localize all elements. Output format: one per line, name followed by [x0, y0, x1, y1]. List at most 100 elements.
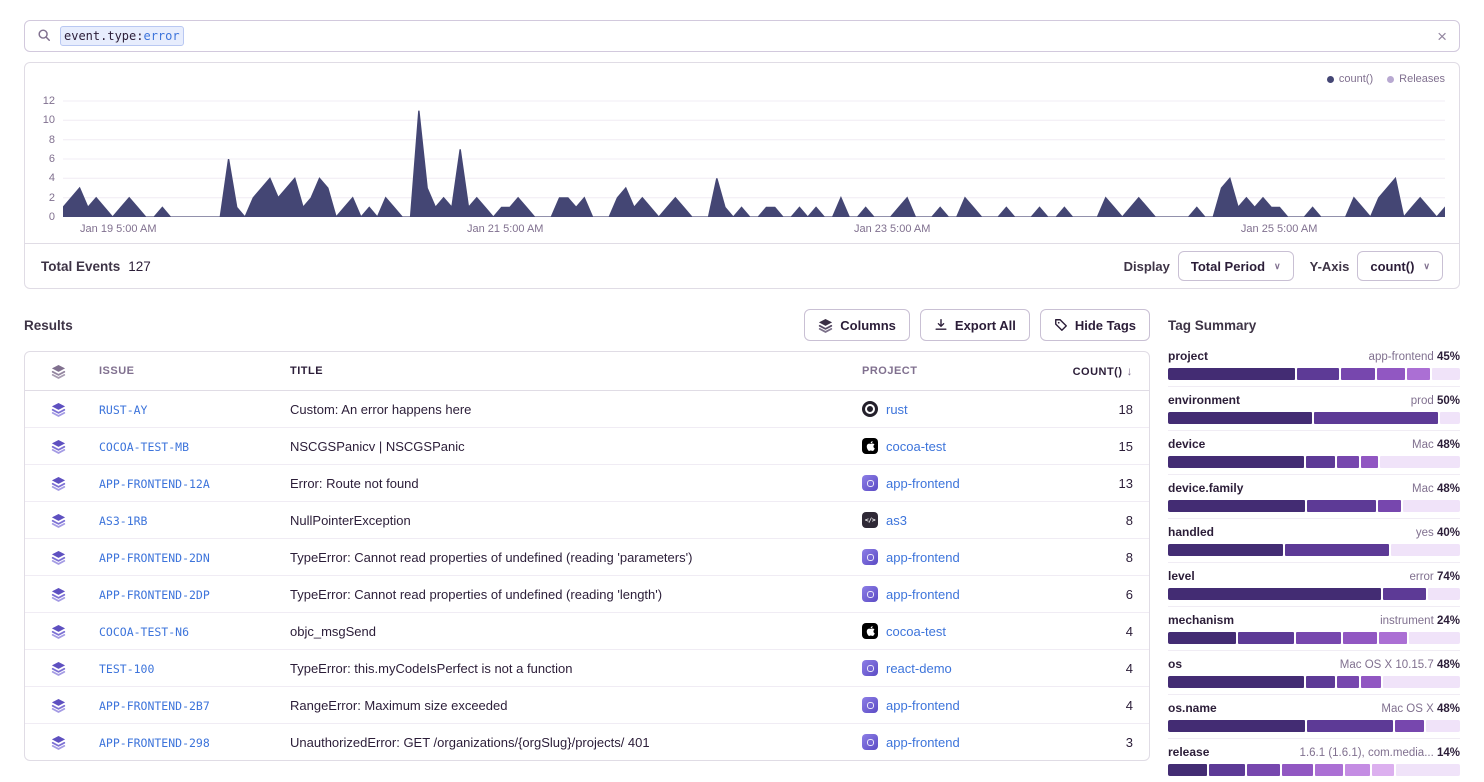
- issue-link[interactable]: APP-FRONTEND-2DN: [99, 551, 210, 565]
- project-link[interactable]: cocoa-test: [886, 624, 946, 639]
- tag-bar-segment[interactable]: [1377, 368, 1405, 380]
- y-axis-tick-label: 0: [49, 211, 55, 223]
- tag-bar-segment[interactable]: [1403, 500, 1460, 512]
- x-axis-tick-label: Jan 19 5:00 AM: [80, 223, 156, 235]
- y-axis-select[interactable]: count() ∨: [1357, 251, 1443, 281]
- project-link[interactable]: app-frontend: [886, 587, 960, 602]
- tag-bar-segment[interactable]: [1361, 456, 1378, 468]
- app-project-icon: [862, 586, 878, 602]
- tag-entry: device.familyMac 48%: [1168, 474, 1460, 518]
- legend-item[interactable]: count(): [1327, 73, 1373, 85]
- project-link[interactable]: app-frontend: [886, 476, 960, 491]
- tag-top-percent: 50%: [1437, 395, 1460, 407]
- project-link[interactable]: as3: [886, 513, 907, 528]
- tag-bar-segment[interactable]: [1440, 412, 1460, 424]
- tag-bar-segment[interactable]: [1285, 544, 1389, 556]
- event-count: 13: [1055, 476, 1149, 491]
- export-all-button[interactable]: Export All: [920, 309, 1030, 341]
- tag-bar-segment[interactable]: [1337, 676, 1360, 688]
- tag-bar-segment[interactable]: [1383, 676, 1460, 688]
- project-link[interactable]: app-frontend: [886, 550, 960, 565]
- issue-link[interactable]: COCOA-TEST-MB: [99, 440, 189, 454]
- tag-bar-segment[interactable]: [1168, 764, 1207, 776]
- tag-bar-segment[interactable]: [1168, 368, 1295, 380]
- tag-bar-segment[interactable]: [1168, 500, 1305, 512]
- events-area-chart[interactable]: [63, 97, 1445, 217]
- tag-bar-segment[interactable]: [1296, 632, 1341, 644]
- header-count[interactable]: COUNT()↓: [1055, 364, 1149, 378]
- tag-bar-segment[interactable]: [1238, 632, 1294, 644]
- issue-link[interactable]: COCOA-TEST-N6: [99, 625, 189, 639]
- header-title[interactable]: TITLE: [282, 365, 854, 377]
- header-project[interactable]: PROJECT: [854, 365, 1055, 377]
- columns-button[interactable]: Columns: [804, 309, 910, 341]
- tag-bar-segment[interactable]: [1345, 764, 1370, 776]
- tag-bar-segment[interactable]: [1307, 720, 1393, 732]
- tag-bar-segment[interactable]: [1297, 368, 1339, 380]
- legend-dot-icon: [1387, 76, 1394, 83]
- tag-bar-segment[interactable]: [1315, 764, 1343, 776]
- tag-bar-segment[interactable]: [1306, 456, 1334, 468]
- project-link[interactable]: app-frontend: [886, 735, 960, 750]
- search-clear-icon[interactable]: ×: [1437, 28, 1447, 45]
- y-axis-tick-label: 2: [49, 192, 55, 204]
- tag-bar-segment[interactable]: [1168, 412, 1312, 424]
- tag-bar-segment[interactable]: [1168, 544, 1283, 556]
- tag-bar-segment[interactable]: [1341, 368, 1375, 380]
- search-bar[interactable]: event.type:error ×: [24, 20, 1460, 52]
- event-count: 6: [1055, 587, 1149, 602]
- tag-bar-segment[interactable]: [1428, 588, 1460, 600]
- tag-bar-segment[interactable]: [1409, 632, 1460, 644]
- chart-y-axis: 024681012: [33, 97, 63, 217]
- issue-link[interactable]: RUST-AY: [99, 403, 147, 417]
- tag-bar-segment[interactable]: [1168, 720, 1305, 732]
- tag-bar-segment[interactable]: [1168, 588, 1381, 600]
- tag-bar-segment[interactable]: [1209, 764, 1245, 776]
- issue-link[interactable]: APP-FRONTEND-298: [99, 736, 210, 750]
- tag-bar-segment[interactable]: [1314, 412, 1438, 424]
- app-project-icon: [862, 475, 878, 491]
- tag-icon: [1054, 318, 1068, 332]
- event-count: 4: [1055, 624, 1149, 639]
- tag-bar-segment[interactable]: [1380, 456, 1460, 468]
- tag-bar-segment[interactable]: [1378, 500, 1401, 512]
- tag-bar-segment[interactable]: [1337, 456, 1360, 468]
- tag-bar-segment[interactable]: [1391, 544, 1460, 556]
- tag-bar-segment[interactable]: [1247, 764, 1280, 776]
- tag-bar-segment[interactable]: [1343, 632, 1377, 644]
- tag-bar-segment[interactable]: [1306, 676, 1334, 688]
- y-axis-select-value: count(): [1370, 259, 1414, 274]
- chart-plot[interactable]: [63, 97, 1445, 217]
- issue-link[interactable]: APP-FRONTEND-2DP: [99, 588, 210, 602]
- tag-bar-segment[interactable]: [1168, 632, 1236, 644]
- tag-bar-segment[interactable]: [1407, 368, 1430, 380]
- project-link[interactable]: app-frontend: [886, 698, 960, 713]
- issue-link[interactable]: TEST-100: [99, 662, 154, 676]
- tag-bar-segment[interactable]: [1282, 764, 1313, 776]
- tag-bar-segment[interactable]: [1372, 764, 1394, 776]
- tag-bar-segment[interactable]: [1383, 588, 1426, 600]
- issue-link[interactable]: AS3-1RB: [99, 514, 147, 528]
- tag-bar-segment[interactable]: [1432, 368, 1460, 380]
- tag-bar-segment[interactable]: [1168, 676, 1304, 688]
- tag-bar-segment[interactable]: [1396, 764, 1460, 776]
- tag-bar-segment[interactable]: [1426, 720, 1460, 732]
- search-filter-token[interactable]: event.type:error: [60, 26, 184, 46]
- hide-tags-button[interactable]: Hide Tags: [1040, 309, 1150, 341]
- legend-item[interactable]: Releases: [1387, 73, 1445, 85]
- search-icon: [37, 28, 51, 45]
- project-link[interactable]: rust: [886, 402, 908, 417]
- tag-bar-segment[interactable]: [1307, 500, 1376, 512]
- header-issue[interactable]: ISSUE: [91, 365, 282, 377]
- issue-link[interactable]: APP-FRONTEND-2B7: [99, 699, 210, 713]
- project-link[interactable]: react-demo: [886, 661, 952, 676]
- tag-bar-segment[interactable]: [1395, 720, 1424, 732]
- display-select[interactable]: Total Period ∨: [1178, 251, 1294, 281]
- issue-link[interactable]: APP-FRONTEND-12A: [99, 477, 210, 491]
- tag-bar-segment[interactable]: [1361, 676, 1381, 688]
- tag-bar-segment[interactable]: [1168, 456, 1304, 468]
- project-link[interactable]: cocoa-test: [886, 439, 946, 454]
- project-cell: react-demo: [854, 660, 1055, 676]
- tag-summary-panel: Tag Summary projectapp-frontend 45%envir…: [1168, 309, 1460, 782]
- tag-bar-segment[interactable]: [1379, 632, 1407, 644]
